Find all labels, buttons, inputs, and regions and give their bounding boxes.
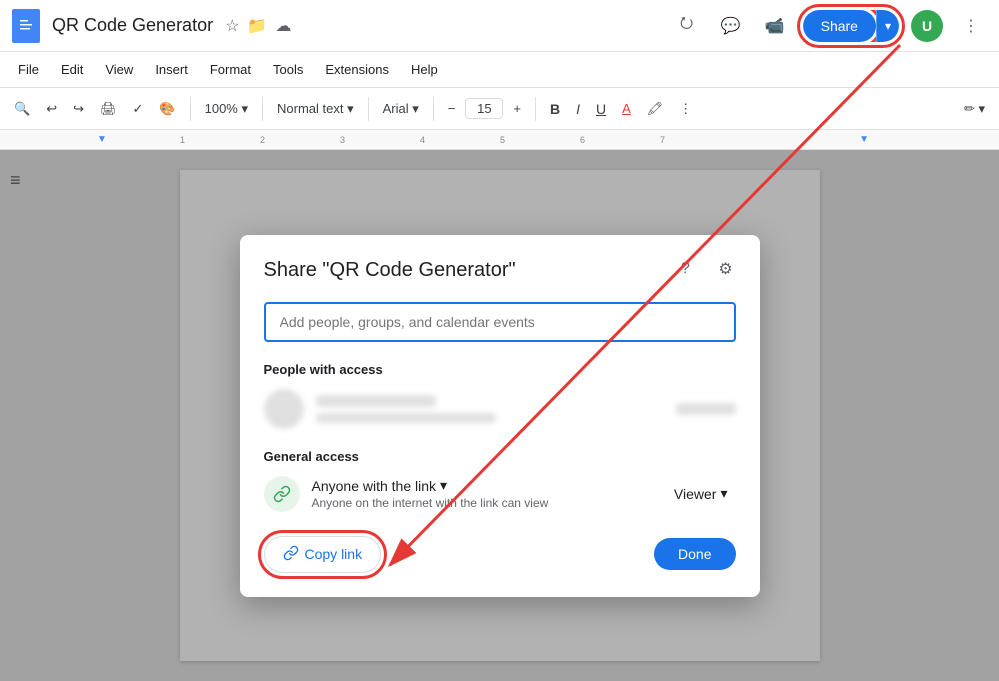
font-decrease[interactable]: − (442, 97, 462, 120)
document-area: ≡ Hi all, Welcome to our powerful and ea… (0, 150, 999, 681)
font-size-input[interactable]: 15 (465, 98, 503, 119)
font-selector[interactable]: Arial ▾ (377, 97, 425, 121)
copy-link-button[interactable]: Copy link (264, 536, 382, 573)
access-type-caret: ▾ (440, 477, 447, 494)
folder-icon[interactable]: 📁 (247, 16, 267, 36)
chrome-bar: QR Code Generator ☆ 📁 ☁ ⭮ 💬 📹 Share ▾ U … (0, 0, 999, 52)
more-toolbar[interactable]: ⋮ (673, 97, 698, 121)
access-description: Anyone on the internet with the link can… (312, 496, 654, 510)
paint-btn[interactable]: 🎨 (153, 97, 181, 121)
viewer-label: Viewer (674, 486, 717, 502)
copy-link-label: Copy link (305, 546, 363, 562)
people-section-title: People with access (264, 362, 736, 377)
chrome-right: ⭮ 💬 📹 Share ▾ U ⋮ (671, 10, 987, 42)
document-title: QR Code Generator (52, 15, 213, 36)
settings-icon[interactable]: ⚙ (712, 255, 740, 283)
copy-link-icon (283, 545, 299, 564)
access-type-selector[interactable]: Anyone with the link ▾ (312, 477, 654, 494)
toolbar: 🔍 ↩ ↪ 🖨 ✓ 🎨 100% ▾ Normal text ▾ Arial ▾… (0, 88, 999, 130)
person-info (316, 395, 664, 423)
share-caret-button[interactable]: ▾ (876, 10, 899, 42)
highlight-btn[interactable]: 🖍 (641, 97, 670, 121)
access-info: Anyone with the link ▾ Anyone on the int… (312, 477, 654, 510)
menu-bar: File Edit View Insert Format Tools Exten… (0, 52, 999, 88)
modal-header-icons: ? ⚙ (672, 255, 740, 283)
viewer-caret: ▾ (720, 485, 727, 502)
share-button-group: Share ▾ (803, 10, 899, 42)
person-avatar (264, 389, 304, 429)
app-icon (12, 9, 40, 43)
edit-mode-btn[interactable]: ✏ ▾ (958, 97, 991, 121)
modal-footer: Copy link Done (264, 536, 736, 573)
share-input[interactable] (264, 302, 736, 342)
undo-btn[interactable]: ↩ (40, 97, 63, 121)
menu-insert[interactable]: Insert (145, 58, 198, 81)
search-toolbar-btn[interactable]: 🔍 (8, 97, 36, 121)
access-type-label: Anyone with the link (312, 478, 437, 494)
chat-icon[interactable]: 💬 (715, 10, 747, 42)
help-icon[interactable]: ? (672, 255, 700, 283)
menu-file[interactable]: File (8, 58, 49, 81)
italic-button[interactable]: I (570, 97, 586, 121)
modal-overlay: Share "QR Code Generator" ? ⚙ People wit… (0, 150, 999, 681)
star-icon[interactable]: ☆ (225, 16, 239, 36)
general-access-row: Anyone with the link ▾ Anyone on the int… (264, 476, 736, 512)
share-button[interactable]: Share (803, 10, 876, 42)
redo-btn[interactable]: ↪ (67, 97, 90, 121)
chrome-icons: ☆ 📁 ☁ (225, 16, 291, 36)
meet-icon[interactable]: 📹 (759, 10, 791, 42)
menu-tools[interactable]: Tools (263, 58, 313, 81)
person-email (316, 413, 496, 423)
user-avatar[interactable]: U (911, 10, 943, 42)
link-access-icon (264, 476, 300, 512)
person-role (676, 403, 736, 415)
ruler: ▼ 1 2 3 4 5 6 ▼ 7 (0, 130, 999, 150)
viewer-selector[interactable]: Viewer ▾ (666, 481, 736, 506)
history-icon[interactable]: ⭮ (671, 10, 703, 42)
text-color-btn[interactable]: A (616, 97, 637, 120)
cloud-icon[interactable]: ☁ (275, 16, 291, 36)
print-btn[interactable]: 🖨 (94, 97, 123, 121)
more-icon[interactable]: ⋮ (955, 10, 987, 42)
share-modal: Share "QR Code Generator" ? ⚙ People wit… (240, 235, 760, 597)
underline-button[interactable]: U (590, 97, 612, 121)
menu-help[interactable]: Help (401, 58, 448, 81)
modal-title: Share "QR Code Generator" (264, 259, 736, 282)
spellcheck-btn[interactable]: ✓ (127, 97, 150, 121)
menu-edit[interactable]: Edit (51, 58, 93, 81)
menu-view[interactable]: View (95, 58, 143, 81)
style-selector[interactable]: Normal text ▾ (271, 97, 360, 121)
general-access-title: General access (264, 449, 736, 464)
menu-format[interactable]: Format (200, 58, 261, 81)
menu-extensions[interactable]: Extensions (315, 58, 399, 81)
person-name (316, 395, 436, 407)
people-access-row (264, 389, 736, 429)
font-increase[interactable]: + (507, 97, 527, 120)
zoom-selector[interactable]: 100% ▾ (199, 97, 254, 121)
bold-button[interactable]: B (544, 97, 566, 121)
done-button[interactable]: Done (654, 538, 735, 570)
